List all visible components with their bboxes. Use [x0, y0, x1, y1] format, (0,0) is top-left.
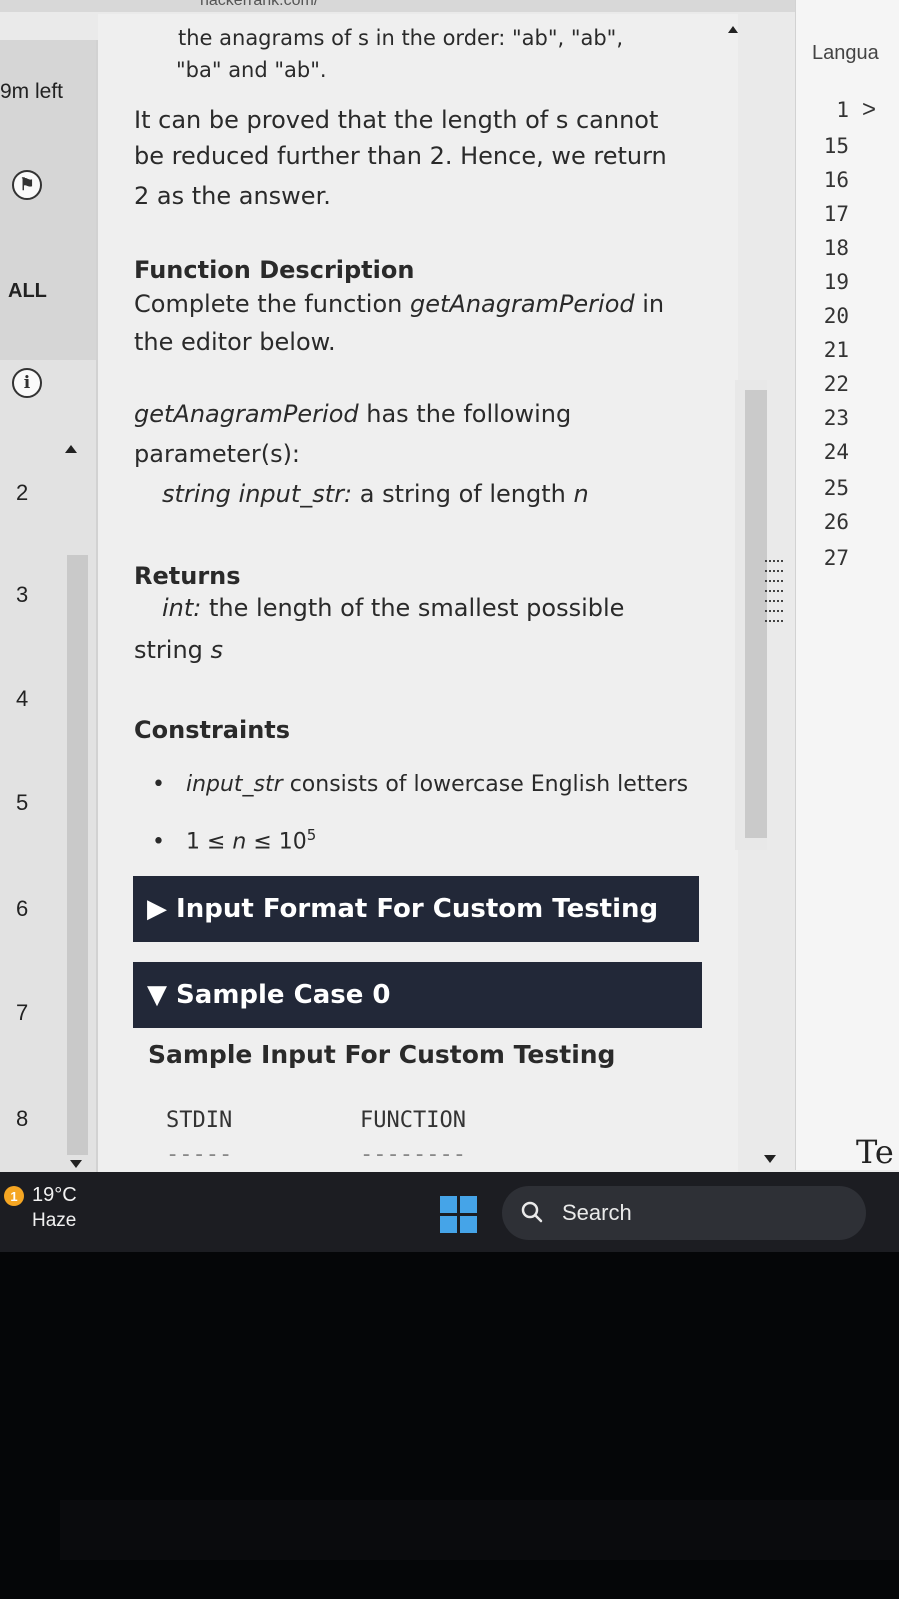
- variable-n: n: [232, 829, 247, 855]
- function-name: getAnagramPeriod: [409, 290, 635, 318]
- nav-question-2[interactable]: 2: [16, 480, 28, 506]
- parameters-intro: getAnagramPeriod has the following: [134, 400, 571, 428]
- variable-n: n: [573, 480, 589, 508]
- line-number: 18: [823, 236, 849, 260]
- line-number: 20: [823, 304, 849, 328]
- weather-icon[interactable]: 1: [4, 1186, 24, 1206]
- variable-input-str: input_str: [185, 772, 283, 797]
- line-number: 1: [836, 98, 849, 122]
- line-number: 23: [823, 406, 849, 430]
- nav-question-6[interactable]: 6: [16, 896, 28, 922]
- taskbar-search-box[interactable]: [502, 1186, 866, 1240]
- sample-case-label: Sample Case 0: [176, 980, 391, 1010]
- line-number: 26: [823, 510, 849, 534]
- editor-below-text: the editor below.: [134, 328, 336, 356]
- variable-s: s: [210, 636, 224, 664]
- windows-start-icon[interactable]: [440, 1196, 478, 1234]
- screen: hackerrank.com/ 9m left ⚑ ALL i 2 3 4 5 …: [0, 0, 899, 1195]
- url-fragment: hackerrank.com/: [200, 0, 319, 9]
- nav-scroll-up-icon[interactable]: [65, 445, 77, 453]
- proof-line-1: It can be proved that the length of s ca…: [134, 106, 659, 134]
- nav-question-4[interactable]: 4: [16, 686, 28, 712]
- text-span: string: [134, 636, 211, 664]
- line-number: 22: [823, 372, 849, 396]
- expand-arrow-icon: ▶: [147, 894, 177, 924]
- input-format-label: Input Format For Custom Testing: [176, 894, 659, 924]
- sample-input-heading: Sample Input For Custom Testing: [148, 1040, 616, 1069]
- nav-question-8[interactable]: 8: [16, 1106, 28, 1132]
- returns-description: int: the length of the smallest possible: [162, 594, 624, 622]
- constraints-heading: Constraints: [134, 716, 291, 744]
- line-number: 24: [823, 440, 849, 464]
- panel-resize-handle[interactable]: [765, 560, 785, 630]
- problem-text-line: "ba" and "ab".: [176, 58, 327, 82]
- test-results-tab[interactable]: Te: [856, 1133, 894, 1171]
- line-number: 19: [823, 270, 849, 294]
- text-span: the anagrams of s in the order: "ab", "a…: [178, 26, 624, 50]
- language-selector[interactable]: Langua: [812, 42, 879, 65]
- collapse-arrow-icon: ▼: [147, 980, 177, 1010]
- line-number: 15: [823, 134, 849, 158]
- bezel-reflection: [60, 1500, 899, 1560]
- constraint-1: • input_str consists of lowercase Englis…: [152, 772, 689, 797]
- nav-question-3[interactable]: 3: [16, 582, 28, 608]
- line-number: 27: [823, 546, 849, 570]
- input-format-toggle[interactable]: ▶ Input Format For Custom Testing: [133, 876, 699, 942]
- text-span: ≤ 10: [246, 829, 307, 855]
- text-span: has the following: [358, 400, 572, 428]
- search-icon: [521, 1201, 543, 1223]
- info-icon[interactable]: i: [12, 368, 42, 398]
- line-number: 25: [823, 476, 849, 500]
- exponent: 5: [306, 826, 317, 844]
- line-number: 17: [823, 202, 849, 226]
- function-description-text: Complete the function getAnagramPeriod i…: [134, 290, 664, 318]
- sample-case-0-toggle[interactable]: ▼ Sample Case 0: [133, 962, 702, 1028]
- text-span: 1 ≤: [185, 829, 233, 855]
- time-remaining: 9m left: [0, 80, 64, 103]
- problem-text-line: the anagrams of s in the order: "ab", "a…: [178, 26, 623, 50]
- text-span: the length of the smallest possible: [201, 594, 625, 622]
- stdin-header: STDIN: [166, 1108, 233, 1133]
- parameter-type: string input_str:: [162, 480, 353, 508]
- text-span: a string of length: [352, 480, 574, 508]
- line-number: 21: [823, 338, 849, 362]
- nav-question-5[interactable]: 5: [16, 790, 28, 816]
- flag-icon[interactable]: ⚑: [12, 170, 42, 200]
- parameters-label: parameter(s):: [134, 440, 301, 468]
- nav-scroll-down-icon[interactable]: [70, 1160, 82, 1168]
- return-type: int:: [162, 594, 202, 622]
- text-span: Complete the function: [134, 290, 410, 318]
- description-scroll-down-icon[interactable]: [764, 1155, 776, 1163]
- stdin-rule: -----: [166, 1142, 233, 1167]
- function-rule: --------: [360, 1142, 466, 1167]
- function-description-heading: Function Description: [134, 256, 415, 284]
- nav-all-questions[interactable]: ALL: [8, 280, 47, 303]
- parameter-input-str: string input_str: a string of length n: [162, 480, 589, 508]
- text-span: consists of lowercase English letters: [282, 772, 689, 797]
- nav-scrollbar[interactable]: [67, 555, 88, 1155]
- description-scroll-up-icon[interactable]: [728, 26, 738, 33]
- weather-condition[interactable]: Haze: [32, 1210, 76, 1232]
- line-number: 16: [823, 168, 849, 192]
- nav-question-7[interactable]: 7: [16, 1000, 28, 1026]
- chevron-right-icon[interactable]: >: [862, 96, 876, 124]
- returns-description-2: string s: [134, 636, 223, 664]
- search-label: Search: [562, 1200, 632, 1225]
- constraint-2: • 1 ≤ n ≤ 105: [152, 826, 317, 855]
- proof-line-2: be reduced further than 2. Hence, we ret…: [134, 142, 667, 170]
- returns-heading: Returns: [134, 562, 241, 590]
- text-span: in: [634, 290, 665, 318]
- weather-temperature[interactable]: 19°C: [32, 1184, 77, 1207]
- browser-url-strip: hackerrank.com/: [0, 0, 899, 12]
- proof-line-3: 2 as the answer.: [134, 182, 331, 210]
- text-span: "ba" and "ab".: [176, 58, 327, 82]
- function-name: getAnagramPeriod: [134, 400, 359, 428]
- function-header: FUNCTION: [360, 1108, 466, 1133]
- description-scroll-thumb[interactable]: [745, 390, 767, 838]
